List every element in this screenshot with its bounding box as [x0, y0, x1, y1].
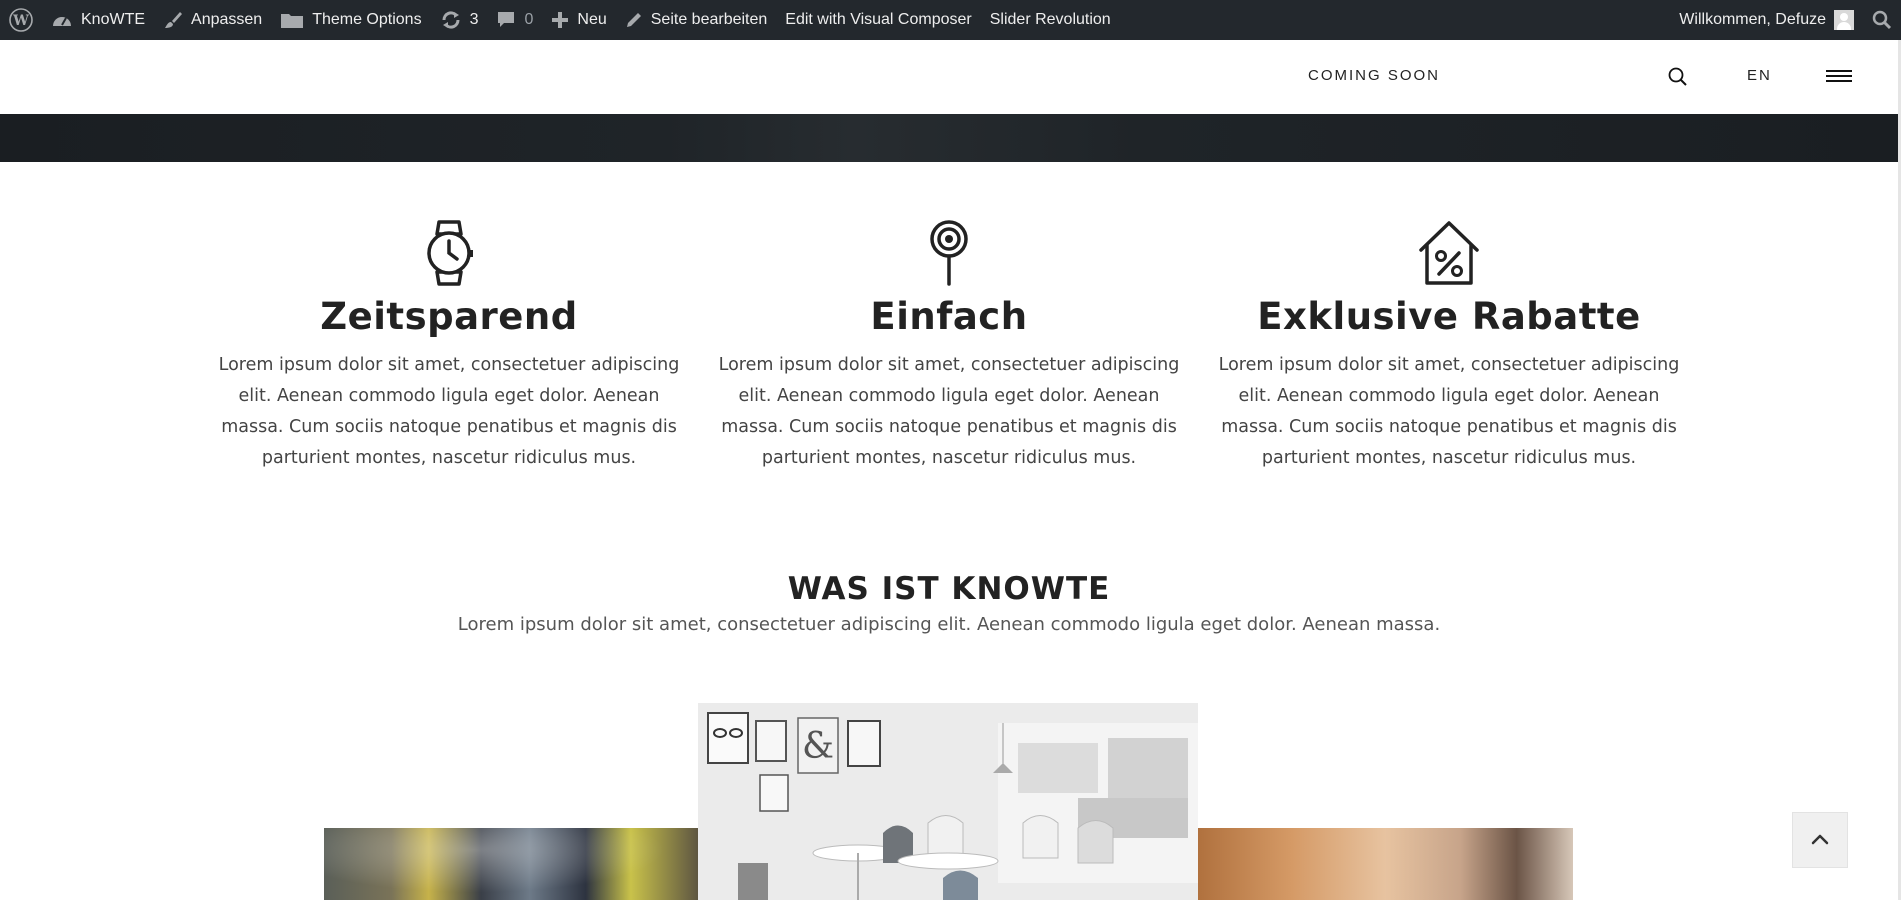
refresh-icon — [440, 10, 462, 30]
svg-text:&: & — [802, 726, 834, 767]
feature-title: Zeitsparend — [320, 295, 578, 338]
comments-link[interactable]: 0 — [487, 0, 542, 40]
hamburger-menu-icon[interactable] — [1826, 70, 1852, 84]
section-subtitle: Lorem ipsum dolor sit amet, consectetuer… — [457, 614, 1441, 635]
slider-revolution-label: Slider Revolution — [989, 11, 1111, 28]
visual-composer-link[interactable]: Edit with Visual Composer — [776, 0, 980, 40]
hero-image — [0, 114, 1898, 162]
back-to-top-button[interactable] — [1792, 812, 1848, 868]
feature-text: Lorem ipsum dolor sit amet, consectetuer… — [718, 355, 1180, 468]
theme-options-label: Theme Options — [312, 11, 422, 28]
updates-link[interactable]: 3 — [431, 0, 488, 40]
feature-discounts: Exklusive Rabatte Lorem ipsum dolor sit … — [1214, 220, 1684, 474]
target-pin-icon — [714, 220, 1184, 286]
comments-count: 0 — [524, 11, 534, 28]
svg-text:W: W — [12, 13, 29, 29]
dashboard-icon — [51, 11, 73, 29]
feature-title: Einfach — [870, 295, 1028, 338]
folder-icon — [280, 11, 304, 29]
paintbrush-icon — [163, 10, 183, 30]
feature-text: Lorem ipsum dolor sit amet, consectetuer… — [1218, 355, 1680, 468]
theme-options-link[interactable]: Theme Options — [271, 0, 430, 40]
nav-coming-soon[interactable]: COMING SOON — [1308, 67, 1440, 84]
customize-label: Anpassen — [191, 11, 263, 28]
new-label: Neu — [577, 11, 607, 28]
site-name-label: KnoWTE — [81, 11, 146, 28]
plus-icon — [551, 11, 569, 29]
site-name-menu[interactable]: KnoWTE — [42, 0, 154, 40]
visual-composer-label: Edit with Visual Composer — [785, 11, 972, 28]
house-percent-icon — [1214, 220, 1684, 286]
feature-simple: Einfach Lorem ipsum dolor sit amet, cons… — [714, 220, 1184, 474]
wordpress-logo-button[interactable]: W — [0, 0, 42, 40]
watch-icon — [214, 220, 684, 286]
search-icon — [1872, 10, 1892, 30]
section-title: WAS IST KNOWTE — [787, 571, 1111, 607]
comment-bubble-icon — [496, 10, 516, 30]
street-photo — [324, 828, 698, 900]
updates-count: 3 — [469, 11, 479, 28]
customize-link[interactable]: Anpassen — [154, 0, 271, 40]
new-content-menu[interactable]: Neu — [542, 0, 615, 40]
site-header: COMING SOON EN — [0, 40, 1898, 114]
welcome-label: Willkommen, Defuze — [1679, 11, 1826, 28]
feature-text: Lorem ipsum dolor sit amet, consectetuer… — [218, 355, 680, 468]
cafe-interior-photo: & — [698, 703, 1198, 900]
edit-page-link[interactable]: Seite bearbeiten — [616, 0, 777, 40]
admin-search-button[interactable] — [1863, 0, 1901, 40]
feature-time-saving: Zeitsparend Lorem ipsum dolor sit amet, … — [214, 220, 684, 474]
slider-revolution-link[interactable]: Slider Revolution — [981, 0, 1120, 40]
search-icon[interactable] — [1667, 66, 1689, 92]
account-menu[interactable]: Willkommen, Defuze — [1670, 0, 1863, 40]
wordpress-icon: W — [9, 8, 33, 32]
admin-bar: W KnoWTE Anpassen Theme Options 3 0 Neu … — [0, 0, 1901, 40]
edit-page-label: Seite bearbeiten — [650, 11, 768, 28]
pencil-icon — [625, 11, 643, 29]
chevron-up-icon — [1810, 831, 1830, 850]
restaurant-photo — [1198, 828, 1573, 900]
feature-title: Exklusive Rabatte — [1257, 295, 1641, 338]
avatar — [1834, 10, 1854, 30]
language-switcher[interactable]: EN — [1747, 67, 1772, 84]
